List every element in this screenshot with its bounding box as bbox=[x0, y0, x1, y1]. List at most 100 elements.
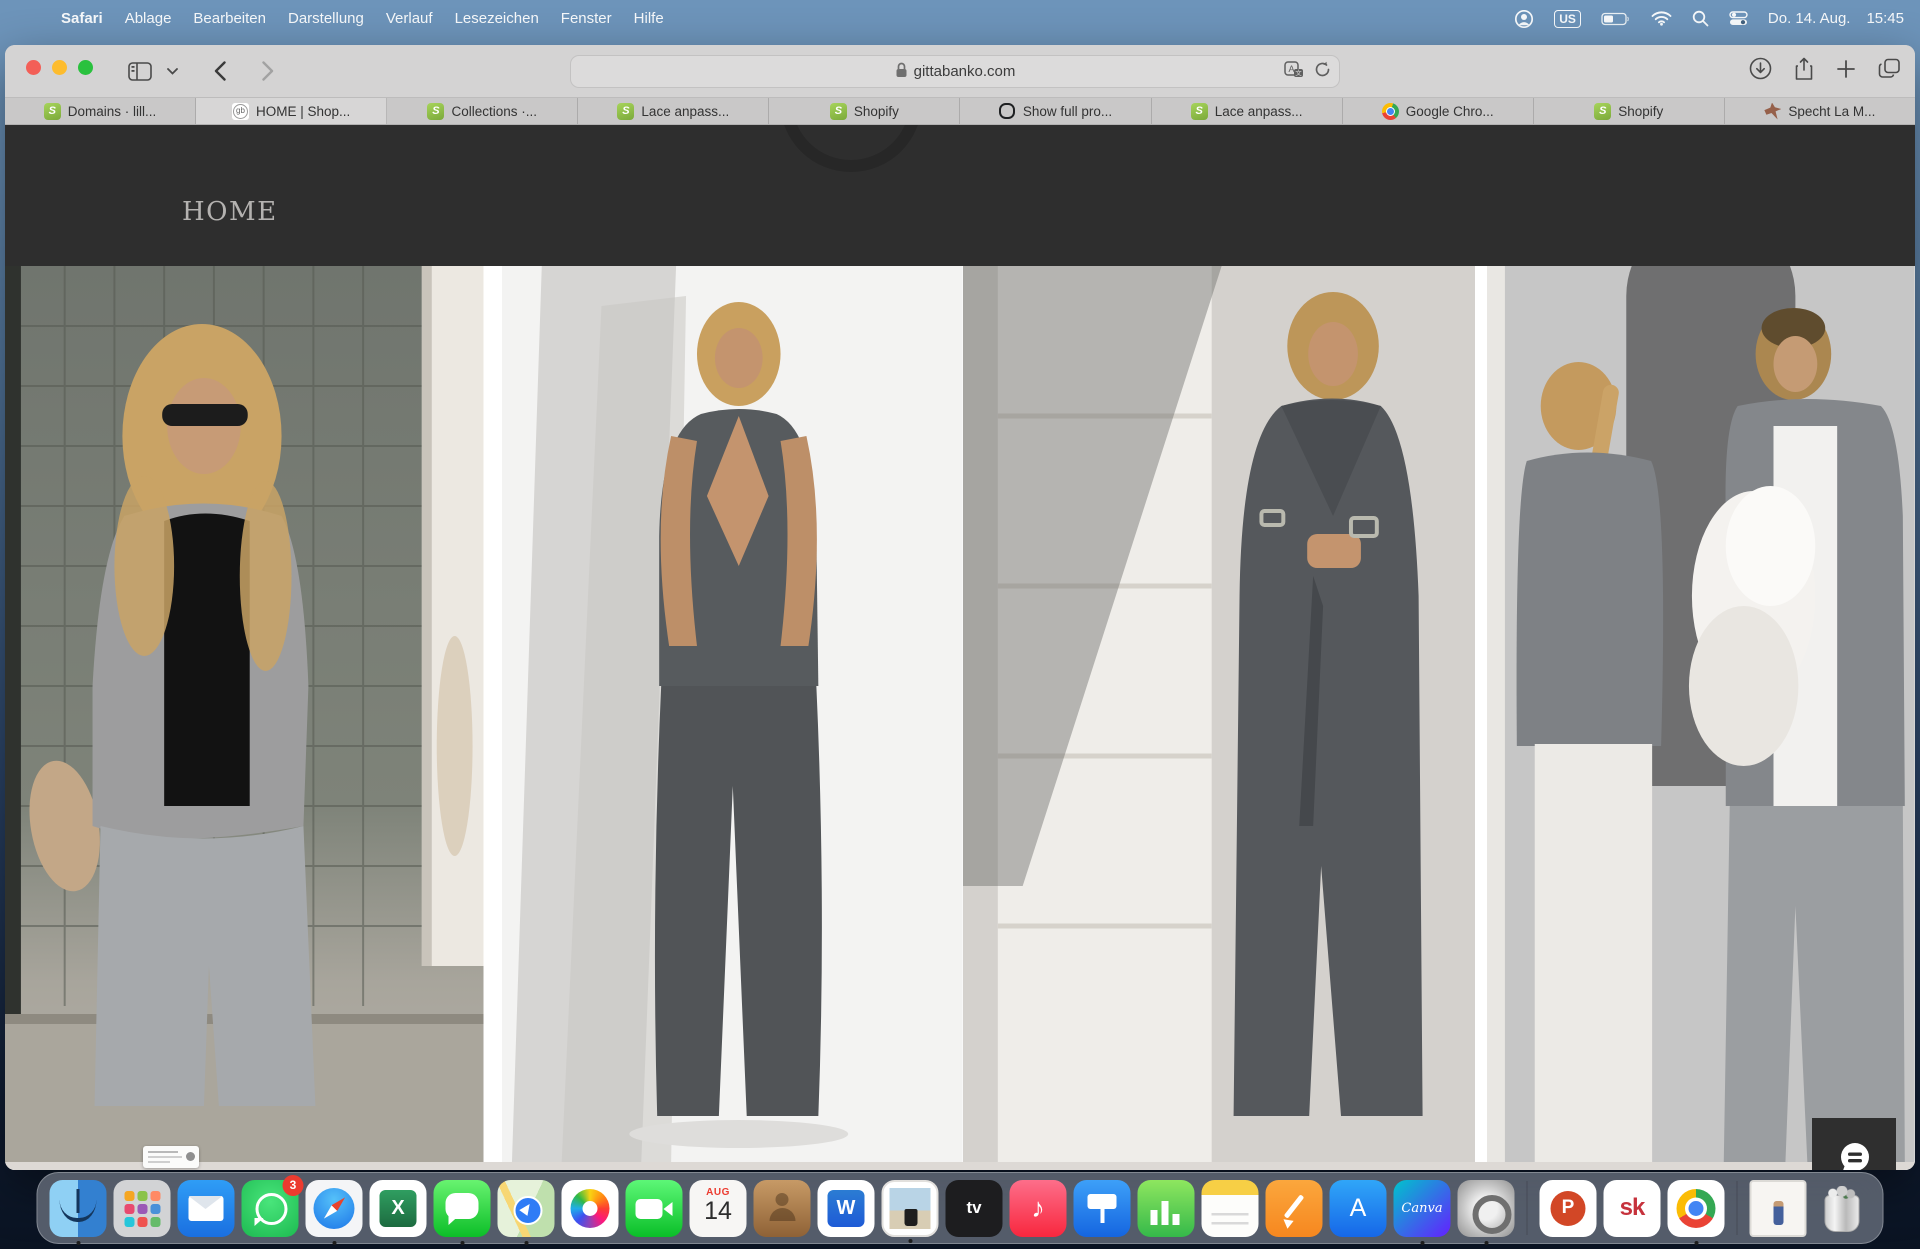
shopify-favicon-icon bbox=[44, 103, 61, 120]
lock-icon bbox=[895, 62, 908, 82]
tab-label: Google Chro... bbox=[1406, 104, 1494, 119]
dock-trash-icon[interactable] bbox=[1814, 1180, 1871, 1237]
hero-photo-4 bbox=[1487, 266, 1915, 1162]
powerpoint-glyph: P bbox=[1562, 1197, 1575, 1219]
tab-overview-button[interactable] bbox=[1878, 58, 1901, 84]
nav-link-home[interactable]: HOME bbox=[182, 197, 278, 227]
sketch-glyph: sk bbox=[1620, 1194, 1645, 1222]
dock-safari-icon[interactable] bbox=[306, 1180, 363, 1237]
dock-maps-icon[interactable] bbox=[498, 1180, 555, 1237]
dock-calendar-icon[interactable]: AUG14 bbox=[690, 1180, 747, 1237]
svg-text:文: 文 bbox=[1295, 68, 1302, 77]
tab-label: Collections ·... bbox=[451, 104, 537, 119]
dock-excel-icon[interactable]: X bbox=[370, 1180, 427, 1237]
svg-text:A: A bbox=[1288, 64, 1294, 74]
hero-photo-1 bbox=[5, 266, 484, 1162]
close-window-button[interactable] bbox=[26, 60, 41, 75]
dock-facetime-icon[interactable] bbox=[626, 1180, 683, 1237]
tab-home-shop[interactable]: HOME | Shop... bbox=[196, 98, 387, 124]
dock-whatsapp-icon[interactable]: 3 bbox=[242, 1180, 299, 1237]
user-account-icon[interactable] bbox=[1514, 9, 1534, 29]
hero-photo-2-graphic bbox=[502, 266, 963, 1162]
address-bar[interactable]: gittabanko.com A文 bbox=[570, 55, 1340, 88]
menu-item-safari[interactable]: Safari bbox=[50, 10, 114, 27]
tab-specht-la-m[interactable]: Specht La M... bbox=[1725, 98, 1915, 124]
shopify-favicon-icon bbox=[1191, 103, 1208, 120]
dock-numbers-icon[interactable] bbox=[1138, 1180, 1195, 1237]
tab-shopify[interactable]: Shopify bbox=[769, 98, 960, 124]
gb-favicon-icon bbox=[232, 103, 249, 120]
webpage-content: HOME bbox=[5, 125, 1915, 1170]
back-button[interactable] bbox=[203, 56, 237, 86]
dock-pages-icon[interactable] bbox=[1266, 1180, 1323, 1237]
specht-favicon-icon bbox=[1764, 103, 1781, 120]
dock-keynote-icon[interactable] bbox=[1074, 1180, 1131, 1237]
dock-word-icon[interactable]: W bbox=[818, 1180, 875, 1237]
dock-launchpad-icon[interactable] bbox=[114, 1180, 171, 1237]
chat-widget-button[interactable] bbox=[1812, 1118, 1896, 1170]
dock-sketch-icon[interactable]: sk bbox=[1604, 1180, 1661, 1237]
menu-item-darstellung[interactable]: Darstellung bbox=[277, 10, 375, 27]
sidebar-chevron-down-icon[interactable] bbox=[161, 56, 183, 86]
canva-glyph: Canva bbox=[1401, 1201, 1442, 1216]
tab-label: HOME | Shop... bbox=[256, 104, 350, 119]
share-button[interactable] bbox=[1794, 57, 1814, 86]
dock-appletv-icon[interactable]: tv bbox=[946, 1180, 1003, 1237]
hero-photo-row bbox=[5, 266, 1915, 1162]
menu-item-fenster[interactable]: Fenster bbox=[550, 10, 623, 27]
menu-item-hilfe[interactable]: Hilfe bbox=[623, 10, 675, 27]
menu-item-lesezeichen[interactable]: Lesezeichen bbox=[444, 10, 550, 27]
tab-google-chro[interactable]: Google Chro... bbox=[1343, 98, 1534, 124]
dock-finder-icon[interactable] bbox=[50, 1180, 107, 1237]
tab-collections[interactable]: Collections ·... bbox=[387, 98, 578, 124]
menu-bar-clock[interactable]: Do. 14. Aug. 15:45 bbox=[1768, 10, 1904, 27]
spotlight-search-icon[interactable] bbox=[1692, 10, 1709, 27]
menu-item-verlauf[interactable]: Verlauf bbox=[375, 10, 444, 27]
battery-icon[interactable] bbox=[1601, 12, 1631, 26]
dock: 3 X AUG14 Wtv ♪ A Canva Psk bbox=[37, 1172, 1884, 1244]
reload-icon[interactable] bbox=[1314, 61, 1331, 82]
desktop: { "menu_bar": { "items": ["Safari", "Abl… bbox=[0, 0, 1920, 1249]
control-center-icon[interactable] bbox=[1729, 11, 1748, 26]
minimize-window-button[interactable] bbox=[52, 60, 67, 75]
tab-lace-anpass[interactable]: Lace anpass... bbox=[1152, 98, 1343, 124]
keyboard-layout-indicator[interactable]: US bbox=[1554, 10, 1581, 28]
photo-gap bbox=[484, 266, 503, 1162]
shopify-favicon-icon bbox=[617, 103, 634, 120]
hero-photo-4-graphic bbox=[1487, 266, 1915, 1162]
sidebar-toggle-button[interactable] bbox=[123, 56, 157, 86]
dock-divider bbox=[1737, 1181, 1738, 1235]
wifi-icon[interactable] bbox=[1651, 11, 1672, 26]
dock-music-icon[interactable]: ♪ bbox=[1010, 1180, 1067, 1237]
dock-photos-icon[interactable] bbox=[562, 1180, 619, 1237]
downloads-button[interactable] bbox=[1749, 57, 1772, 85]
dock-preview-icon[interactable] bbox=[882, 1180, 939, 1237]
hero-photo-1-graphic bbox=[5, 266, 484, 1162]
dock-mail-icon[interactable] bbox=[178, 1180, 235, 1237]
translate-icon[interactable]: A文 bbox=[1284, 61, 1304, 82]
whatsapp-notification-badge: 3 bbox=[283, 1175, 304, 1196]
dock-notes-icon[interactable] bbox=[1202, 1180, 1259, 1237]
dock-minimized-window-icon[interactable] bbox=[1750, 1180, 1807, 1237]
dock-canva-icon[interactable]: Canva bbox=[1394, 1180, 1451, 1237]
mini-notice-popup[interactable] bbox=[143, 1146, 199, 1168]
appletv-glyph: tv bbox=[966, 1198, 981, 1218]
tab-shopify[interactable]: Shopify bbox=[1534, 98, 1725, 124]
tab-show-full-pro[interactable]: Show full pro... bbox=[960, 98, 1151, 124]
tab-domains-lill[interactable]: Domains · lill... bbox=[5, 98, 196, 124]
zoom-window-button[interactable] bbox=[78, 60, 93, 75]
tab-lace-anpass[interactable]: Lace anpass... bbox=[578, 98, 769, 124]
new-tab-button[interactable] bbox=[1836, 59, 1856, 84]
dock-messages-icon[interactable] bbox=[434, 1180, 491, 1237]
menu-item-bearbeiten[interactable]: Bearbeiten bbox=[182, 10, 277, 27]
dock-appstore-icon[interactable]: A bbox=[1330, 1180, 1387, 1237]
tab-label: Show full pro... bbox=[1023, 104, 1112, 119]
dock-powerpoint-icon[interactable]: P bbox=[1540, 1180, 1597, 1237]
site-logo-ring bbox=[780, 125, 922, 172]
next-section-strip bbox=[5, 1162, 1915, 1170]
menu-item-ablage[interactable]: Ablage bbox=[114, 10, 183, 27]
dock-settings-icon[interactable] bbox=[1458, 1180, 1515, 1237]
dock-chrome-icon[interactable] bbox=[1668, 1180, 1725, 1237]
dock-contacts-icon[interactable] bbox=[754, 1180, 811, 1237]
forward-button[interactable] bbox=[251, 56, 285, 86]
